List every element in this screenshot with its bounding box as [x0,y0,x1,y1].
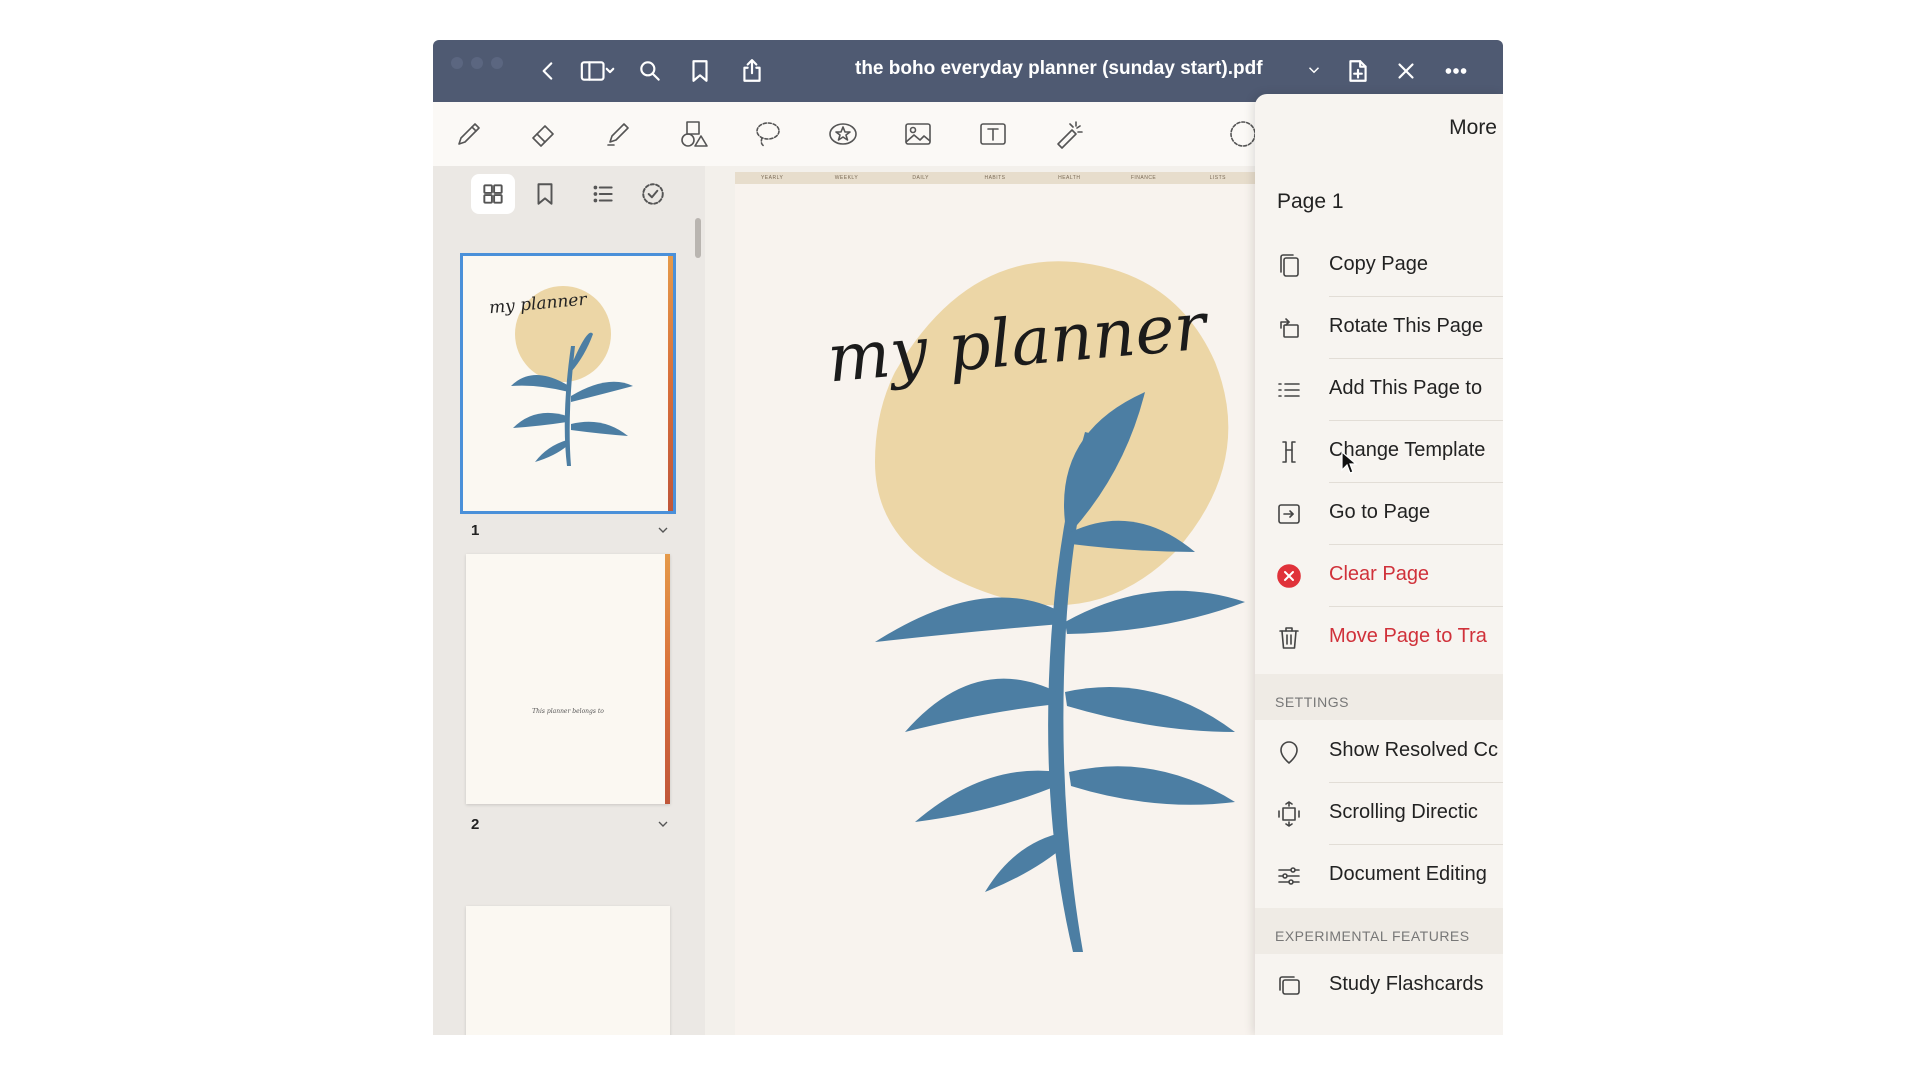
change-template-item[interactable]: Change Template [1255,420,1503,482]
thumbnail-tab-edge [665,554,670,804]
add-page-icon[interactable] [1341,54,1375,88]
shapes-icon[interactable] [673,114,713,154]
title-bar: the boho everyday planner (sunday start)… [433,40,1503,102]
more-icon[interactable] [1439,54,1473,88]
page-thumbnail[interactable]: my planner [460,253,676,514]
sidebar-tabs [471,174,669,214]
list-icon [1275,376,1303,404]
menu-item-label: Clear Page [1329,563,1430,585]
app-window: the boho everyday planner (sunday start)… [433,40,1503,1035]
menu-item-label: Go to Page [1329,501,1431,523]
trash-icon [1275,624,1303,652]
scrolling-direction-item[interactable]: Scrolling Directic [1255,782,1503,844]
sidebar-scrollbar[interactable] [695,218,701,258]
move-to-trash-item[interactable]: Move Page to Tra [1255,606,1503,668]
text-box-icon[interactable] [973,114,1013,154]
bookmark-icon[interactable] [523,174,567,214]
page-thumbnail[interactable] [466,906,670,1035]
image-icon[interactable] [898,114,938,154]
settings-header: SETTINGS [1275,694,1350,710]
bookmark-icon[interactable] [683,54,717,88]
clear-icon [1275,562,1303,590]
menu-item-label: Document Editing [1329,863,1487,885]
sticker-icon[interactable] [823,114,863,154]
show-resolved-comments-item[interactable]: Show Resolved Cc [1255,720,1503,782]
sliders-icon [1275,862,1303,890]
grid-icon[interactable] [471,174,515,214]
menu-item-label: Rotate This Page [1329,315,1484,337]
window-zoom-dot[interactable] [491,57,503,69]
share-icon[interactable] [735,54,769,88]
window-minimize-dot[interactable] [471,57,483,69]
laser-pointer-icon[interactable] [1048,114,1088,154]
go-to-page-icon [1275,500,1303,528]
rotate-page-item[interactable]: Rotate This Page [1255,296,1503,358]
thumbnail-tab-edge [668,256,673,511]
flashcards-icon [1275,972,1303,1000]
page-number: 2 [471,816,480,833]
lasso-icon[interactable] [748,114,788,154]
page-number: 1 [471,522,480,539]
copy-page-item[interactable]: Copy Page [1255,234,1503,296]
chevron-down-icon[interactable] [655,816,671,832]
page-sidebar: my planner 1 This planner belongs to 2 [433,166,706,1035]
experimental-header: EXPERIMENTAL FEATURES [1275,928,1470,944]
menu-item-label: Copy Page [1329,253,1428,275]
menu-item-label: Add This Page to [1329,377,1483,399]
mouse-cursor-icon [1341,450,1358,474]
close-edit-icon[interactable] [1389,54,1423,88]
document-editing-item[interactable]: Document Editing [1255,844,1503,906]
menu-item-label: Move Page to Tra [1329,625,1487,647]
menu-item-label: Scrolling Directic [1329,801,1478,823]
chevron-down-icon[interactable] [1305,61,1323,79]
menu-item-label: Show Resolved Cc [1329,739,1498,761]
study-flashcards-item[interactable]: Study Flashcards [1255,954,1503,1016]
menu-item-label: Study Flashcards [1329,973,1484,995]
clear-page-item[interactable]: Clear Page [1255,544,1503,606]
page-thumbnail[interactable]: This planner belongs to [466,554,670,804]
more-menu: More Page 1 Copy Page Rotate This Page A… [1255,94,1503,1035]
menu-page-label: Page 1 [1277,190,1344,213]
document-title[interactable]: the boho everyday planner (sunday start)… [855,58,1263,80]
highlighter-icon[interactable] [598,114,638,154]
copy-page-icon [1275,252,1303,280]
checkmark-icon[interactable] [631,174,675,214]
template-icon [1275,438,1303,466]
scroll-direction-icon [1275,800,1303,828]
back-icon[interactable] [531,54,565,88]
go-to-page-item[interactable]: Go to Page [1255,482,1503,544]
list-icon[interactable] [581,174,625,214]
pen-icon[interactable] [449,114,489,154]
eraser-icon[interactable] [523,114,563,154]
comment-icon [1275,738,1303,766]
rotate-icon [1275,314,1303,342]
thumbnail-caption: This planner belongs to [532,708,604,715]
search-icon[interactable] [633,54,667,88]
add-page-to-item[interactable]: Add This Page to [1255,358,1503,420]
menu-title: More [1449,116,1497,139]
window-close-dot[interactable] [451,57,463,69]
sidebar-toggle-icon[interactable] [573,54,621,88]
chevron-down-icon[interactable] [655,522,671,538]
